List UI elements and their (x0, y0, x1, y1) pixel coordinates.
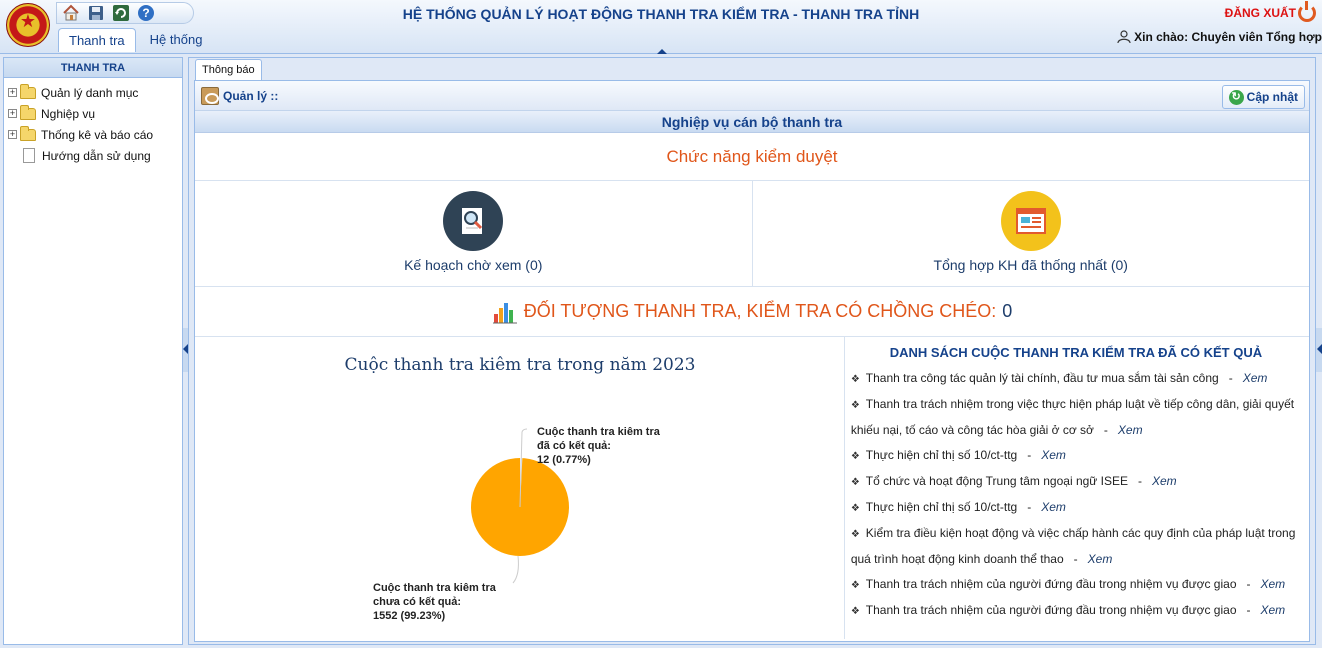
list-item: ❖ Thanh tra trách nhiệm trong việc thực h… (850, 397, 1295, 437)
sidebar-item-label: Thống kê và báo cáo (41, 127, 154, 142)
sidebar-item-quan-ly-danh-muc[interactable]: + Quản lý danh mục (8, 82, 182, 103)
report-icon (1000, 191, 1061, 251)
view-link[interactable]: Xem (1243, 371, 1268, 385)
sidebar-tree: + Quản lý danh mục + Nghiệp vụ + Thống k… (4, 78, 182, 166)
collapse-header-icon[interactable] (657, 49, 667, 54)
main-panel: Thông báo Quản lý :: ↻ Cập nhật Nghiệp v… (188, 57, 1316, 645)
diamond-bullet-icon: ❖ (850, 374, 860, 385)
tab-thanh-tra[interactable]: Thanh tra (58, 28, 136, 52)
expand-icon[interactable]: + (8, 88, 17, 97)
list-item-text: Tổ chức và hoạt động Trung tâm ngoại ngữ… (865, 474, 1128, 488)
folder-icon (20, 83, 36, 99)
view-link[interactable]: Xem (1261, 577, 1286, 591)
list-item: ❖ Tổ chức và hoạt động Trung tâm ngoại ng… (850, 474, 1177, 488)
overlap-summary[interactable]: ĐỐI TƯỢNG THANH TRA, KIỂM TRA CÓ CHỒNG C… (195, 287, 1309, 337)
app-title: HỆ THỐNG QUẢN LÝ HOẠT ĐỘNG THANH TRA KIỂ… (402, 6, 920, 22)
sidebar-item-label: Hướng dẫn sử dụng (42, 148, 151, 163)
diamond-bullet-icon: ❖ (850, 477, 860, 488)
results-list-panel: DANH SÁCH CUỘC THANH TRA KIỂM TRA ĐÃ CÓ … (843, 337, 1309, 639)
folder-icon (20, 125, 36, 141)
toolbar-title: Quản lý :: (223, 89, 279, 103)
sidebar-item-nghiep-vu[interactable]: + Nghiệp vụ (8, 103, 182, 124)
results-list-title: DANH SÁCH CUỘC THANH TRA KIỂM TRA ĐÃ CÓ … (889, 345, 1263, 360)
slice-label-done-line1: Cuộc thanh tra kiêm tra (537, 426, 661, 438)
function-row: Kế hoạch chờ xem (0) Tổng hợp KH đã thốn… (195, 181, 1309, 287)
diamond-bullet-icon: ❖ (850, 580, 860, 591)
view-link[interactable]: Xem (1041, 448, 1066, 462)
chart-area: Cuộc thanh tra kiêm tra trong năm 2023 C… (195, 337, 844, 639)
sidebar-item-huong-dan[interactable]: Hướng dẫn sử dụng (8, 145, 182, 166)
bar-chart-icon (492, 302, 517, 323)
pending-plans-label: Kế hoạch chờ xem (0) (404, 257, 543, 273)
search-document-icon (443, 191, 504, 251)
list-item: ❖ Thanh tra công tác quản lý tài chính, đ… (850, 371, 1268, 385)
collapse-right-icon[interactable] (1316, 328, 1322, 372)
view-link[interactable]: Xem (1088, 552, 1113, 566)
results-list: ❖ Thanh tra công tác quản lý tài chính, đ… (851, 366, 1301, 624)
bottom-section: Cuộc thanh tra kiêm tra trong năm 2023 C… (195, 337, 1309, 639)
sidebar: THANH TRA + Quản lý danh mục + Nghiệp vụ… (3, 57, 183, 645)
overlap-count: 0 (1002, 301, 1013, 321)
sidebar-item-label: Quản lý danh mục (41, 85, 139, 100)
diamond-bullet-icon: ❖ (850, 451, 860, 462)
slice-label-pending-line3: 1552 (99.23%) (373, 610, 445, 622)
section-title: Nghiệp vụ cán bộ thanh tra (195, 111, 1309, 133)
list-item-text: Thanh tra trách nhiệm trong việc thực hi… (850, 397, 1295, 437)
diamond-bullet-icon: ❖ (850, 529, 860, 540)
update-label: Cập nhật (1246, 90, 1298, 104)
slice-label-pending-line2: chưa có kết quả: (373, 596, 461, 608)
user-icon (1117, 30, 1131, 44)
list-item: ❖ Thanh tra trách nhiệm của người đứng đầ… (850, 577, 1286, 591)
slice-label-done-line2: đã có kết quả: (537, 440, 611, 452)
sidebar-item-thong-ke[interactable]: + Thống kê và báo cáo (8, 124, 182, 145)
tab-he-thong[interactable]: Hệ thống (140, 28, 213, 52)
sidebar-title: THANH TRA (4, 58, 182, 78)
main-tabs: Thanh tra Hệ thống (58, 28, 212, 52)
view-link[interactable]: Xem (1261, 603, 1286, 617)
update-button[interactable]: ↻ Cập nhật (1221, 85, 1305, 109)
expand-icon[interactable]: + (8, 109, 17, 118)
content-toolbar: Quản lý :: ↻ Cập nhật (195, 81, 1309, 111)
main-content: Quản lý :: ↻ Cập nhật Nghiệp vụ cán bộ t… (194, 80, 1310, 642)
slice-label-done-line3: 12 (0.77%) (537, 454, 591, 466)
refresh-icon: ↻ (1228, 89, 1244, 105)
view-link[interactable]: Xem (1152, 474, 1177, 488)
logout-label: ĐĂNG XUẤT (1224, 6, 1296, 20)
agreed-plans-card[interactable]: Tổng hợp KH đã thống nhất (0) (751, 181, 1310, 286)
sidebar-item-label: Nghiệp vụ (41, 106, 96, 121)
view-link[interactable]: Xem (1041, 500, 1066, 514)
power-icon (1298, 1, 1316, 22)
app-header: ★ ? HỆ THỐNG QUẢN LÝ HOẠT ĐỘNG THANH TRA… (0, 0, 1322, 54)
user-greeting[interactable]: Xin chào: Chuyên viên Tổng hợp (1117, 30, 1322, 44)
management-icon (201, 87, 219, 105)
diamond-bullet-icon: ❖ (850, 503, 860, 514)
list-item: ❖ Thanh tra trách nhiệm của người đứng đầ… (850, 603, 1286, 617)
view-link[interactable]: Xem (1118, 423, 1143, 437)
list-item: ❖ Kiểm tra điều kiện hoạt động và việc ch… (850, 526, 1296, 566)
list-item-text: Thanh tra trách nhiệm của người đứng đầu… (865, 603, 1237, 617)
folder-icon (20, 104, 36, 120)
greeting-text: Xin chào: Chuyên viên Tổng hợp (1134, 30, 1322, 44)
list-item-text: Thanh tra trách nhiệm của người đứng đầu… (865, 577, 1237, 591)
document-icon (23, 148, 35, 163)
overlap-label: ĐỐI TƯỢNG THANH TRA, KIỂM TRA CÓ CHỒNG C… (523, 301, 997, 321)
list-item-text: Thực hiện chỉ thị số 10/ct-ttg (865, 448, 1018, 462)
expand-icon[interactable]: + (8, 130, 17, 139)
slice-label-pending-line1: Cuộc thanh tra kiêm tra (373, 582, 497, 594)
list-item: ❖ Thực hiện chỉ thị số 10/ct-ttg - Xem (850, 500, 1066, 514)
function-title: Chức năng kiểm duyệt (195, 133, 1309, 181)
diamond-bullet-icon: ❖ (850, 606, 860, 617)
logout-button[interactable]: ĐĂNG XUẤT (1224, 1, 1316, 22)
list-item-text: Thanh tra công tác quản lý tài chính, đầ… (865, 371, 1219, 385)
tab-thong-bao[interactable]: Thông báo (195, 59, 262, 81)
list-item: ❖ Thực hiện chỉ thị số 10/ct-ttg - Xem (850, 448, 1066, 462)
pending-plans-card[interactable]: Kế hoạch chờ xem (0) (195, 181, 752, 286)
diamond-bullet-icon: ❖ (850, 400, 860, 411)
list-item-text: Thực hiện chỉ thị số 10/ct-ttg (865, 500, 1018, 514)
label-connector-pending (512, 555, 519, 584)
agreed-plans-label: Tổng hợp KH đã thống nhất (0) (933, 257, 1128, 273)
pie-chart: Cuộc thanh tra kiêm tra đã có kết quả: 1… (373, 426, 661, 622)
